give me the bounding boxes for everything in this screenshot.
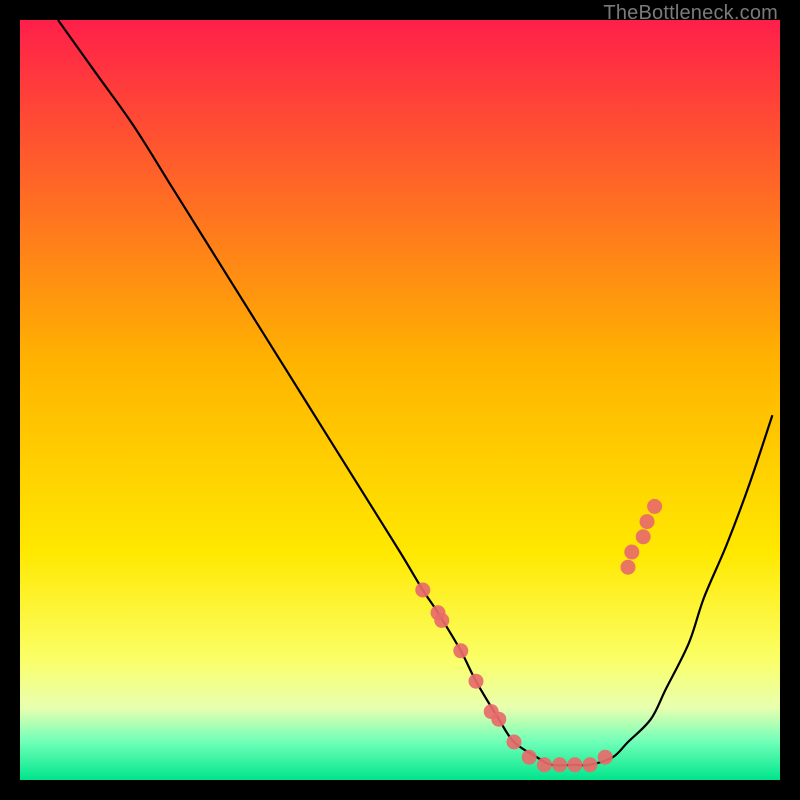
chart-plot <box>20 20 780 780</box>
sample-dot <box>415 583 430 598</box>
gradient-bg <box>20 20 780 780</box>
sample-dot <box>434 613 449 628</box>
sample-dot <box>507 735 522 750</box>
sample-dot <box>624 545 639 560</box>
sample-dot <box>621 560 636 575</box>
sample-dot <box>636 529 651 544</box>
sample-dot <box>469 674 484 689</box>
sample-dot <box>491 712 506 727</box>
sample-dot <box>583 757 598 772</box>
sample-dot <box>598 750 613 765</box>
sample-dot <box>567 757 582 772</box>
sample-dot <box>552 757 567 772</box>
chart-svg <box>20 20 780 780</box>
sample-dot <box>453 643 468 658</box>
watermark-text: TheBottleneck.com <box>603 2 778 25</box>
sample-dot <box>647 499 662 514</box>
sample-dot <box>640 514 655 529</box>
sample-dot <box>522 750 537 765</box>
sample-dot <box>537 757 552 772</box>
